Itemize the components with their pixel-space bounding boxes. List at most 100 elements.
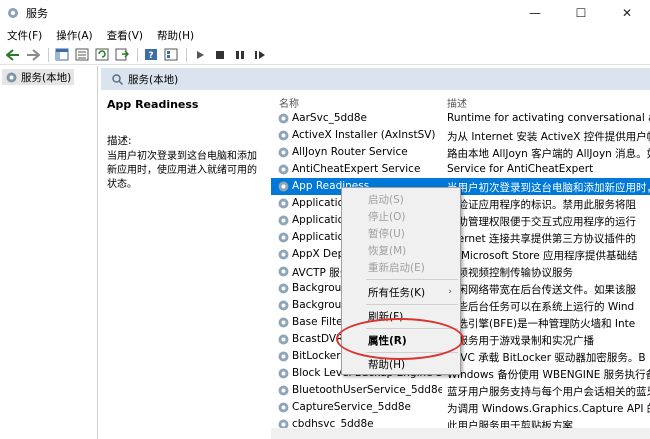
help-icon[interactable]: ?	[142, 47, 160, 63]
service-description: Service for AntiCheatExpert	[447, 163, 594, 175]
service-description: 当用户初次登录到这台电脑和添加新应用时，	[447, 182, 650, 194]
service-gear-icon	[277, 231, 290, 244]
service-gear-icon	[277, 350, 290, 363]
service-name: AllJoyn Router Service	[292, 146, 408, 158]
pause-icon[interactable]	[231, 47, 249, 63]
service-description: Windows 备份使用 WBENGINE 服务执行备份	[447, 369, 650, 381]
context-menu-start: 启动(S)	[368, 194, 404, 206]
back-icon[interactable]	[4, 47, 22, 63]
service-row[interactable]: AarSvc_5dd8e Runtime for activating conve…	[271, 110, 650, 127]
services-gear-icon	[8, 8, 18, 18]
service-gear-icon	[277, 163, 290, 176]
description-pane: App Readiness 描述: 当用户初次登录到这台电脑和添加新应用时，使应…	[101, 90, 271, 439]
service-description: 筛选引擎(BFE)是一种管理防火墙和 Inte	[447, 318, 636, 330]
description-text: 当用户初次登录到这台电脑和添加新应用时，使应用进入就绪可用的状态。	[107, 151, 257, 190]
menu-help[interactable]: 帮助(H)	[150, 28, 201, 43]
description-label: 描述:	[107, 135, 132, 147]
service-description: 并验证应用程序的标识。禁用此服务将阻	[447, 199, 636, 211]
service-gear-icon	[277, 129, 290, 142]
service-gear-icon	[277, 214, 290, 227]
search-icon	[112, 73, 124, 85]
selected-service-name: App Readiness	[107, 98, 199, 111]
context-menu-properties[interactable]: 属性(R)	[342, 332, 460, 349]
service-gear-icon	[277, 282, 290, 295]
content-header-title: 服务(本地)	[128, 73, 179, 86]
refresh-icon[interactable]	[93, 47, 111, 63]
menu-bar: 文件(F) 操作(A) 查看(V) 帮助(H)	[0, 26, 650, 45]
console-tree: 服务(本地)	[0, 66, 98, 439]
context-menu-pause: 暂停(U)	[368, 228, 405, 240]
service-description: 署 Microsoft Store 应用程序提供基础结	[447, 250, 638, 262]
service-name: ActiveX Installer (AxInstSV)	[292, 129, 436, 141]
context-menu-all-tasks-label: 所有任务(K)	[368, 287, 426, 299]
context-menu-separator	[366, 352, 458, 353]
export-icon[interactable]	[113, 47, 131, 63]
service-name: BluetoothUserService_5dd8e	[292, 384, 442, 396]
context-menu: 启动(S) 停止(O) 暂停(U) 恢复(M) 重新启动(E) 所有任务(K) …	[341, 187, 461, 375]
view-icon[interactable]	[73, 47, 91, 63]
column-header-description[interactable]: 描述	[447, 95, 467, 110]
console-tree-icon[interactable]	[53, 47, 71, 63]
play-icon[interactable]	[191, 47, 209, 63]
stop-icon[interactable]	[211, 47, 229, 63]
horizontal-scrollbar[interactable]	[271, 428, 650, 439]
service-description: 蓝牙用户服务支持与每个用户会话相关的蓝牙	[447, 386, 650, 398]
service-gear-icon	[277, 316, 290, 329]
context-menu-help[interactable]: 帮助(H)	[342, 356, 460, 373]
tree-item-label: 服务(本地)	[21, 71, 72, 84]
service-gear-icon	[277, 197, 290, 210]
service-name: AarSvc_5dd8e	[292, 112, 367, 124]
service-description: Runtime for activating conversational ag…	[447, 112, 650, 124]
service-row[interactable]: AllJoyn Router Service 路由本地 AllJoyn 客户端的 …	[271, 144, 650, 161]
menu-action[interactable]: 操作(A)	[49, 28, 99, 43]
gear-icon	[6, 72, 17, 82]
maximize-button[interactable]: ☐	[558, 0, 604, 26]
toolbar: ?	[0, 45, 650, 65]
service-description: 哪些后台任务可以在系统上运行的 Wind	[447, 301, 635, 313]
service-description: ESVC 承载 BitLocker 驱动器加密服务。B	[447, 352, 646, 364]
service-description: 路由本地 AllJoyn 客户端的 AllJoyn 消息。如	[447, 148, 650, 160]
service-description: 户服务用于游戏录制和实况广播	[447, 335, 594, 347]
service-gear-icon	[277, 265, 290, 278]
service-row[interactable]: AntiCheatExpert Service Service for AntiC…	[271, 161, 650, 178]
minimize-button[interactable]: —	[512, 0, 558, 26]
window-title: 服务	[26, 7, 48, 20]
column-header-name[interactable]: 名称	[279, 95, 299, 110]
service-gear-icon	[277, 384, 290, 397]
context-menu-restart: 重新启动(E)	[368, 262, 425, 274]
service-gear-icon	[277, 401, 290, 414]
service-gear-icon	[277, 248, 290, 261]
service-description: nternet 连接共享提供第三方协议插件的	[447, 233, 636, 245]
menu-view[interactable]: 查看(V)	[100, 28, 150, 43]
service-description: 为从 Internet 安装 ActiveX 控件提供用户帐户	[447, 131, 650, 143]
context-menu-all-tasks[interactable]: 所有任务(K) ›	[342, 284, 460, 301]
toolbar-separator	[186, 47, 187, 62]
service-gear-icon	[277, 146, 290, 159]
properties-icon[interactable]	[162, 47, 180, 63]
service-gear-icon	[277, 367, 290, 380]
service-row[interactable]: ActiveX Installer (AxInstSV) 为从 Internet …	[271, 127, 650, 144]
service-description: 辅助管理权限便于交互式应用程序的运行	[447, 216, 636, 228]
context-menu-refresh[interactable]: 刷新(F)	[342, 308, 460, 325]
menu-file[interactable]: 文件(F)	[0, 28, 49, 43]
tree-item-services-local[interactable]: 服务(本地)	[2, 69, 75, 85]
service-description: 音频视频控制传输协议服务	[447, 267, 573, 279]
context-menu-resume: 恢复(M)	[368, 245, 407, 257]
context-menu-separator	[366, 304, 458, 305]
submenu-arrow-icon: ›	[448, 287, 452, 297]
svg-text:?: ?	[148, 51, 153, 61]
title-bar: 服务 — ☐ ✕	[0, 0, 650, 26]
service-row[interactable]: BluetoothUserService_5dd8e 蓝牙用户服务支持与每个用户会…	[271, 382, 650, 399]
column-headers: 名称 描述	[271, 90, 650, 110]
context-menu-stop: 停止(O)	[368, 211, 406, 223]
close-button[interactable]: ✕	[604, 0, 650, 26]
service-row[interactable]: CaptureService_5dd8e 为调用 Windows.Graphics…	[271, 399, 650, 416]
restart-icon[interactable]	[251, 47, 269, 63]
service-gear-icon	[277, 299, 290, 312]
service-name: CaptureService_5dd8e	[292, 401, 411, 413]
context-menu-separator	[366, 328, 458, 329]
service-gear-icon	[277, 333, 290, 346]
service-name: AntiCheatExpert Service	[292, 163, 421, 175]
forward-icon[interactable]	[24, 47, 42, 63]
service-description: 为调用 Windows.Graphics.Capture API 的应用	[447, 403, 650, 415]
